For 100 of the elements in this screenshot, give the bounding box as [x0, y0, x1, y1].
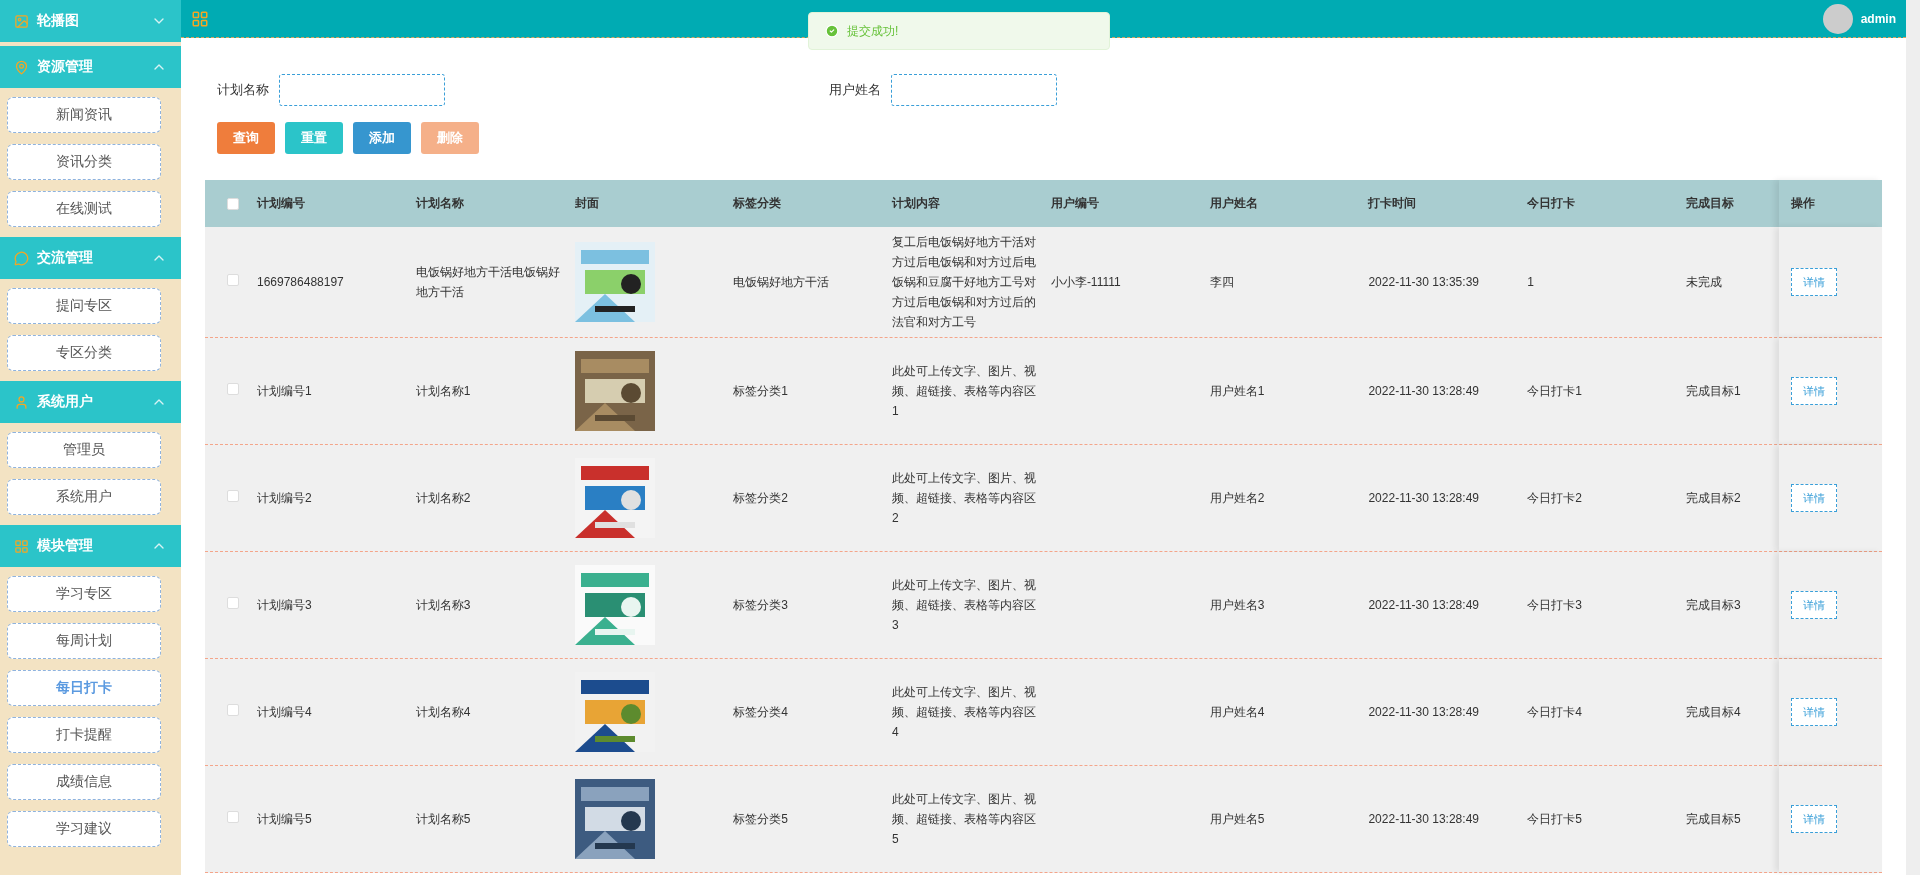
column-header: 今日打卡 [1527, 195, 1576, 212]
detail-button[interactable]: 详情 [1791, 484, 1837, 512]
column-header: 用户姓名 [1209, 195, 1258, 212]
table-cell: 此处可上传文字、图片、视频、超链接、表格等内容区2 [892, 471, 1037, 525]
sidebar-item[interactable]: 成绩信息 [7, 764, 161, 800]
sidebar-item[interactable]: 在线测试 [7, 191, 161, 227]
table-cell: 此处可上传文字、图片、视频、超链接、表格等内容区4 [892, 685, 1037, 739]
sidebar-item[interactable]: 打卡提醒 [7, 717, 161, 753]
table-cell: 计划编号5 [257, 812, 312, 826]
table-cell: 今日打卡4 [1527, 705, 1582, 719]
checkbox[interactable] [227, 197, 239, 210]
success-toast: 提交成功! [808, 12, 1110, 50]
table-cell: 电饭锅好地方干活电饭锅好地方干活 [415, 265, 560, 299]
table-cell: 电饭锅好地方干活 [733, 275, 830, 289]
sidebar-item[interactable]: 系统用户 [7, 479, 161, 515]
column-header: 打卡时间 [1368, 195, 1417, 212]
table-cell: 计划编号1 [257, 384, 312, 398]
table-cell: 2022-11-30 13:35:39 [1368, 275, 1479, 289]
user-name[interactable]: admin [1860, 11, 1896, 26]
table-cell: 标签分类4 [733, 705, 788, 719]
menu-group-header[interactable]: 资源管理 [0, 46, 181, 88]
chat-icon [14, 250, 29, 266]
column-header: 完成目标 [1686, 195, 1734, 212]
column-header: 计划名称 [415, 195, 464, 212]
table-cell: 用户姓名3 [1209, 598, 1265, 612]
menu-group-header[interactable]: 交流管理 [0, 237, 181, 279]
table-cell: 1 [1527, 275, 1534, 289]
table-cell: 1669786488197 [257, 275, 344, 289]
column-header: 操作 [1791, 195, 1815, 212]
table-cell: 今日打卡1 [1527, 384, 1582, 398]
table-cell: 2022-11-30 13:28:49 [1368, 491, 1479, 505]
table-cell: 计划名称1 [415, 384, 471, 398]
checkbox[interactable] [227, 597, 239, 609]
table-cell: 完成目标3 [1686, 598, 1741, 612]
detail-button[interactable]: 详情 [1791, 805, 1837, 833]
sidebar-item[interactable]: 提问专区 [7, 288, 161, 324]
table-cell: 完成目标5 [1686, 812, 1741, 826]
table-cell: 小小李-11111 [1050, 275, 1121, 289]
reset-button[interactable]: 重置 [285, 122, 343, 154]
picture-icon [14, 13, 29, 29]
detail-button[interactable]: 详情 [1791, 377, 1837, 405]
sidebar-item[interactable]: 专区分类 [7, 335, 161, 371]
column-header: 封面 [574, 195, 599, 212]
sidebar-item[interactable]: 资讯分类 [7, 144, 161, 180]
table-cell: 计划名称3 [415, 598, 471, 612]
table-cell: 计划名称2 [415, 491, 471, 505]
menu-group-header[interactable]: 系统用户 [0, 381, 181, 423]
detail-button[interactable]: 详情 [1791, 698, 1837, 726]
table-cell: 用户姓名1 [1209, 384, 1265, 398]
table-cell: 标签分类2 [733, 491, 788, 505]
menu-group-header[interactable]: 轮播图 [0, 0, 181, 42]
sidebar-item[interactable]: 每周计划 [7, 623, 161, 659]
checkbox[interactable] [227, 490, 239, 502]
sidebar-item[interactable]: 管理员 [7, 432, 161, 468]
table-cell: 完成目标1 [1686, 384, 1741, 398]
table-cell: 未完成 [1686, 275, 1722, 289]
column-header: 用户编号 [1050, 195, 1099, 212]
checkbox[interactable] [227, 704, 239, 716]
add-button[interactable]: 添加 [353, 122, 411, 154]
column-header: 计划内容 [892, 195, 941, 212]
query-button[interactable]: 查询 [217, 122, 275, 154]
pin-icon [14, 59, 29, 75]
table-cell: 此处可上传文字、图片、视频、超链接、表格等内容区1 [892, 364, 1037, 418]
table-cell: 2022-11-30 13:28:49 [1368, 705, 1479, 719]
table-cell: 今日打卡2 [1527, 491, 1582, 505]
input-field[interactable] [279, 74, 445, 106]
table-cell: 标签分类1 [733, 384, 788, 398]
table-cell: 今日打卡5 [1527, 812, 1582, 826]
sidebar-item[interactable]: 学习专区 [7, 576, 161, 612]
table-cell: 计划名称4 [415, 705, 471, 719]
table-cell: 用户姓名4 [1209, 705, 1265, 719]
column-header: 计划编号 [257, 195, 305, 212]
checkbox[interactable] [227, 274, 239, 286]
input-field[interactable] [891, 74, 1057, 106]
avatar[interactable] [1822, 3, 1853, 34]
detail-button[interactable]: 详情 [1791, 591, 1837, 619]
sidebar-item[interactable]: 每日打卡 [7, 670, 161, 706]
field-label: 用户姓名 [829, 81, 881, 99]
field-label: 计划名称 [217, 81, 269, 99]
table-cell: 2022-11-30 13:28:49 [1368, 812, 1479, 826]
table-cell: 此处可上传文字、图片、视频、超链接、表格等内容区3 [892, 578, 1037, 632]
sidebar-item[interactable]: 新闻资讯 [7, 97, 161, 133]
detail-button[interactable]: 详情 [1791, 268, 1837, 296]
checkbox[interactable] [227, 383, 239, 395]
table-cell: 复工后电饭锅好地方干活对方过后电饭锅和对方过后电饭锅和豆腐干好地方工号对方过后电饭锅和对方过后的法官和对方工号 [892, 235, 1037, 329]
table-cell: 李四 [1209, 275, 1234, 289]
table-cell: 标签分类3 [733, 598, 788, 612]
sidebar-item[interactable]: 学习建议 [7, 811, 161, 847]
table-cell: 完成目标4 [1686, 705, 1741, 719]
table-cell: 今日打卡3 [1527, 598, 1582, 612]
checkbox[interactable] [227, 811, 239, 823]
table-cell: 计划名称5 [415, 812, 471, 826]
table-cell: 2022-11-30 13:28:49 [1368, 384, 1479, 398]
table-cell: 计划编号4 [257, 705, 312, 719]
table-cell: 完成目标2 [1686, 491, 1741, 505]
table-cell: 标签分类5 [733, 812, 788, 826]
menu-group-header[interactable]: 模块管理 [0, 525, 181, 567]
table-cell: 用户姓名5 [1209, 812, 1265, 826]
grid-icon[interactable] [191, 9, 209, 28]
table-cell: 2022-11-30 13:28:49 [1368, 598, 1479, 612]
